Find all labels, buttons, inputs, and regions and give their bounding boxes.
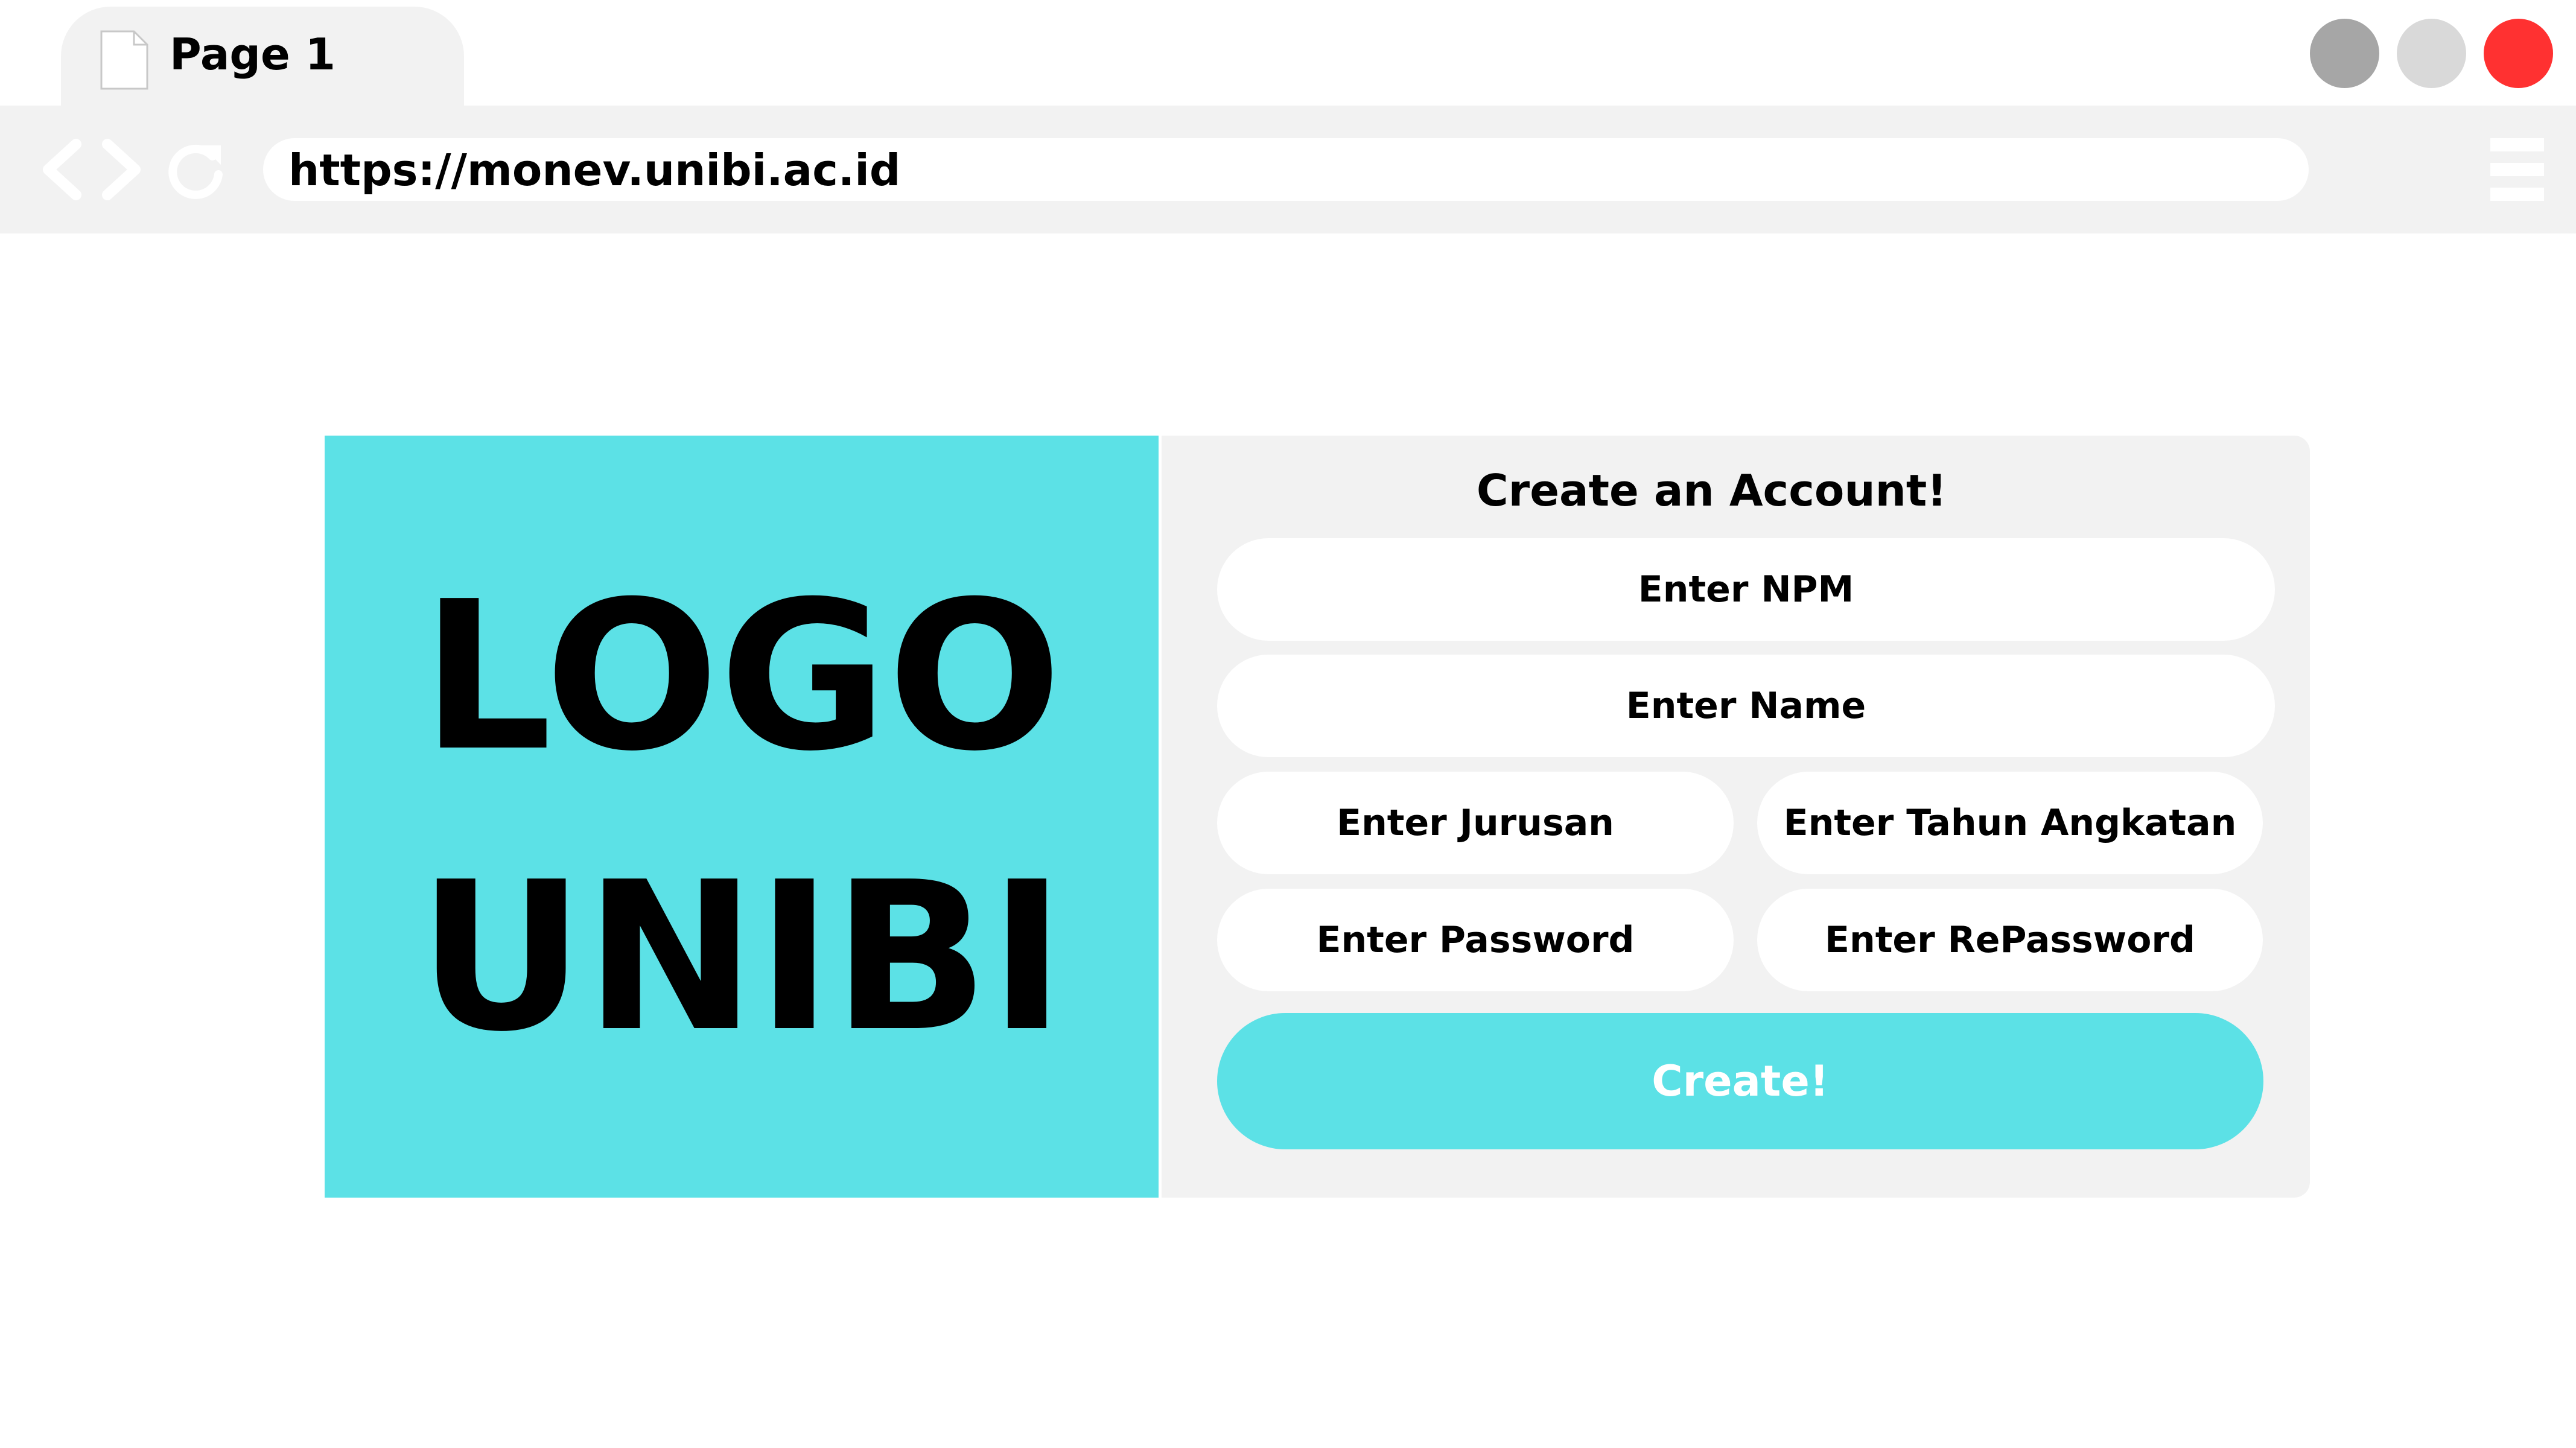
hamburger-menu-icon[interactable]: [2490, 138, 2544, 201]
tab-title: Page 1: [170, 29, 336, 80]
reload-button[interactable]: [164, 138, 227, 201]
minimize-button[interactable]: [2310, 19, 2379, 88]
password-placeholder: Enter Password: [1316, 919, 1635, 961]
password-input[interactable]: Enter Password: [1217, 889, 1734, 991]
jurusan-placeholder: Enter Jurusan: [1337, 802, 1614, 844]
create-account-form: Create an Account! Enter NPM Enter Name …: [1162, 436, 2310, 1198]
tahun-angkatan-input[interactable]: Enter Tahun Angkatan: [1757, 772, 2263, 874]
tahun-angkatan-placeholder: Enter Tahun Angkatan: [1783, 802, 2237, 844]
back-button[interactable]: [39, 138, 84, 201]
menu-line: [2490, 163, 2544, 176]
repassword-placeholder: Enter RePassword: [1825, 919, 2195, 961]
forward-button[interactable]: [100, 138, 145, 201]
create-button-label: Create!: [1652, 1056, 1829, 1106]
logo-panel: LOGO UNIBI: [325, 436, 1159, 1198]
maximize-button[interactable]: [2397, 19, 2466, 88]
browser-navigation-bar: https://monev.unibi.ac.id: [0, 106, 2576, 233]
logo-text-line-2: UNIBI: [418, 838, 1066, 1077]
name-input[interactable]: Enter Name: [1217, 655, 2275, 757]
logo-text-line-1: LOGO: [421, 557, 1062, 796]
jurusan-input[interactable]: Enter Jurusan: [1217, 772, 1734, 874]
address-bar[interactable]: https://monev.unibi.ac.id: [263, 138, 2309, 201]
reload-icon: [168, 144, 223, 199]
chevron-left-icon: [43, 139, 81, 200]
document-icon: [100, 30, 148, 90]
close-button[interactable]: [2484, 19, 2553, 88]
npm-placeholder: Enter NPM: [1638, 568, 1854, 611]
create-account-button[interactable]: Create!: [1217, 1013, 2263, 1149]
menu-line: [2490, 188, 2544, 201]
browser-tab[interactable]: Page 1: [61, 7, 464, 106]
name-placeholder: Enter Name: [1626, 685, 1866, 727]
menu-line: [2490, 138, 2544, 151]
url-text: https://monev.unibi.ac.id: [288, 145, 901, 195]
form-title: Create an Account!: [1476, 465, 1947, 516]
npm-input[interactable]: Enter NPM: [1217, 538, 2275, 641]
chevron-right-icon: [102, 139, 141, 200]
window-title-bar: Page 1: [0, 0, 2576, 106]
repassword-input[interactable]: Enter RePassword: [1757, 889, 2263, 991]
